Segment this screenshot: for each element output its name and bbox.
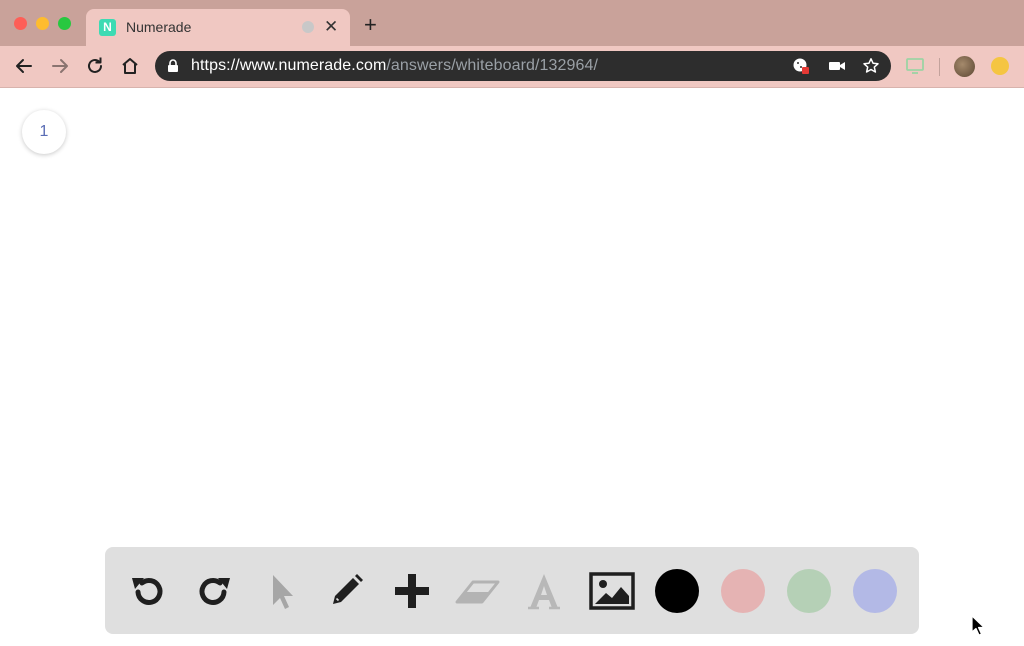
mouse-cursor-icon <box>971 615 985 636</box>
redo-button[interactable] <box>181 547 247 634</box>
lock-icon[interactable] <box>167 59 179 73</box>
text-icon <box>528 573 560 609</box>
url-text: https://www.numerade.com/answers/whitebo… <box>191 57 598 75</box>
color-swatch-black <box>655 568 699 613</box>
tab-title: Numerade <box>126 19 192 35</box>
undo-icon <box>132 577 163 605</box>
color-swatch-pink <box>721 568 765 613</box>
window-maximize-button[interactable] <box>58 17 71 30</box>
url-host: https://www.numerade.com <box>191 57 387 74</box>
toolbar-separator <box>939 58 940 76</box>
color-swatch-blue <box>853 568 897 613</box>
window-close-button[interactable] <box>14 17 27 30</box>
url-path: /answers/whiteboard/132964/ <box>386 57 599 74</box>
new-tab-button[interactable]: + <box>364 14 377 36</box>
reload-icon[interactable] <box>82 53 108 79</box>
color-green-button[interactable] <box>776 547 842 634</box>
window-minimize-button[interactable] <box>36 17 49 30</box>
whiteboard-toolbar <box>105 547 919 634</box>
color-swatch-green <box>787 568 831 613</box>
browser-toolbar: https://www.numerade.com/answers/whitebo… <box>0 46 1024 88</box>
select-pointer-icon <box>273 574 293 609</box>
cast-screen-icon[interactable] <box>905 56 925 76</box>
color-blue-button[interactable] <box>842 547 908 634</box>
extension-bolt-icon[interactable] <box>991 57 1009 75</box>
tab-recording-indicator-icon <box>302 21 314 33</box>
browser-tab[interactable]: N Numerade ✕ <box>86 9 350 46</box>
select-tool-button[interactable] <box>247 547 313 634</box>
add-tool-button[interactable] <box>379 547 445 634</box>
back-arrow-icon[interactable] <box>11 53 37 79</box>
color-pink-button[interactable] <box>710 547 776 634</box>
forward-arrow-icon[interactable] <box>47 53 73 79</box>
camera-icon[interactable] <box>828 57 846 75</box>
pencil-icon <box>333 573 363 604</box>
eraser-icon <box>455 580 500 603</box>
pencil-tool-button[interactable] <box>313 547 379 634</box>
profile-avatar[interactable] <box>954 56 975 77</box>
bookmark-star-icon[interactable] <box>862 57 880 75</box>
text-tool-button[interactable] <box>511 547 577 634</box>
home-icon[interactable] <box>117 53 143 79</box>
image-icon <box>589 571 635 610</box>
address-bar[interactable]: https://www.numerade.com/answers/whitebo… <box>155 51 891 81</box>
page-number-badge[interactable]: 1 <box>22 110 66 154</box>
eraser-tool-button[interactable] <box>445 547 511 634</box>
redo-icon <box>199 577 230 605</box>
plus-icon <box>395 573 429 608</box>
tab-close-icon[interactable]: ✕ <box>324 17 338 37</box>
numerade-favicon-icon: N <box>99 19 116 36</box>
undo-button[interactable] <box>115 547 181 634</box>
color-black-button[interactable] <box>644 547 710 634</box>
blocked-cookie-icon[interactable] <box>792 57 810 75</box>
browser-tab-bar: N Numerade ✕ + <box>0 0 1024 46</box>
image-tool-button[interactable] <box>579 547 645 634</box>
